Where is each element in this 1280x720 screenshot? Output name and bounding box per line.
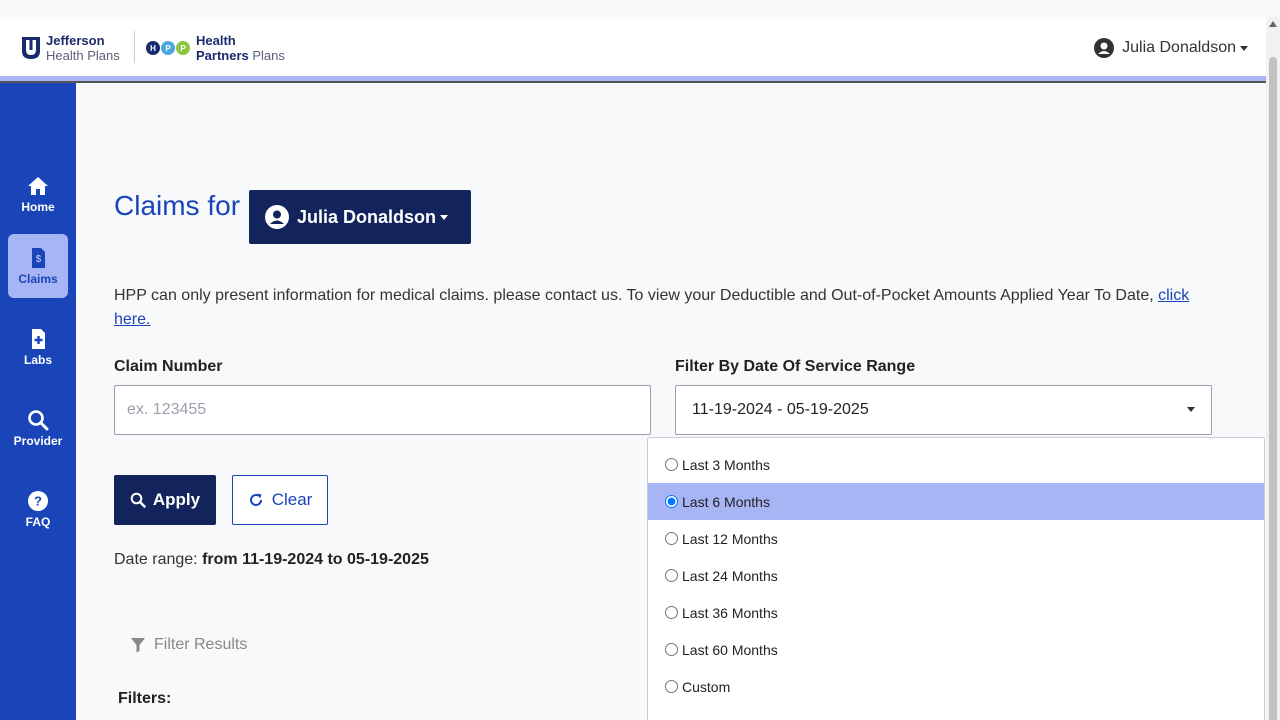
filters-label: Filters:: [118, 690, 172, 707]
filter-results-label: Filter Results: [154, 636, 248, 653]
option-label: Last 6 Months: [682, 493, 770, 510]
sidebar-label-home: Home: [21, 199, 55, 214]
hpp-p2-icon: P: [176, 41, 190, 55]
hpp-logo[interactable]: H P P Health Partners Plans: [146, 33, 285, 63]
sidebar-item-faq[interactable]: ? FAQ: [8, 477, 68, 541]
top-strip: [0, 0, 1280, 17]
option-label: Last 24 Months: [682, 567, 778, 584]
radio-button[interactable]: [665, 680, 678, 693]
header-divider: [0, 81, 1266, 83]
filter-results-button[interactable]: Filter Results: [130, 636, 247, 654]
sidebar-item-home[interactable]: Home: [8, 162, 68, 226]
info-text: HPP can only present information for med…: [114, 284, 1214, 332]
clear-button[interactable]: Clear: [232, 475, 328, 525]
member-name: Julia Donaldson: [297, 206, 437, 227]
option-last-60-months[interactable]: Last 60 Months: [648, 631, 1264, 668]
sidebar-label-claims: Claims: [18, 271, 58, 286]
scrollbar-thumb[interactable]: [1269, 57, 1277, 720]
sidebar-label-faq: FAQ: [25, 514, 51, 529]
user-avatar-icon: [1094, 38, 1115, 58]
search-icon: [28, 409, 49, 430]
sidebar-item-labs[interactable]: Labs: [8, 315, 68, 379]
clear-label: Clear: [271, 490, 313, 509]
claim-number-label: Claim Number: [114, 358, 223, 375]
chevron-down-icon: [1240, 45, 1248, 51]
logo-jefferson-text: Jefferson: [46, 33, 105, 48]
radio-button[interactable]: [665, 458, 678, 471]
date-range-text: from 11-19-2024 to 05-19-2025: [202, 551, 429, 568]
option-last-6-months[interactable]: Last 6 Months: [648, 483, 1264, 520]
user-menu[interactable]: Julia Donaldson: [1094, 38, 1248, 58]
date-range-summary: Date range: from 11-19-2024 to 05-19-202…: [114, 551, 429, 569]
info-message: HPP can only present information for med…: [114, 287, 1159, 304]
search-icon: [130, 492, 146, 508]
logo-plans-text: Plans: [252, 48, 285, 63]
sidebar: Home $ Claims Labs Provider ? FAQ: [0, 83, 76, 720]
radio-button[interactable]: [665, 643, 678, 656]
user-avatar-icon: [265, 205, 289, 229]
option-label: Custom: [682, 678, 731, 695]
date-range-select[interactable]: 11-19-2024 - 05-19-2025: [675, 385, 1212, 435]
option-last-24-months[interactable]: Last 24 Months: [648, 557, 1264, 594]
refresh-icon: [249, 493, 262, 506]
scrollbar[interactable]: [1266, 17, 1280, 720]
date-range-label: Filter By Date Of Service Range: [675, 358, 916, 375]
option-label: Last 60 Months: [682, 641, 778, 658]
option-last-3-months[interactable]: Last 3 Months: [648, 446, 1264, 483]
date-range-value: 11-19-2024 - 05-19-2025: [692, 401, 869, 418]
jefferson-logo[interactable]: Jefferson Health Plans: [22, 33, 120, 63]
help-icon: ?: [28, 490, 48, 511]
chevron-down-icon: [440, 214, 449, 220]
hpp-h-icon: H: [146, 41, 160, 55]
logo-health-text: Health: [196, 33, 236, 48]
option-custom[interactable]: Custom: [648, 668, 1264, 705]
option-last-36-months[interactable]: Last 36 Months: [648, 594, 1264, 631]
logo-divider: [134, 31, 135, 63]
filter-icon: [131, 638, 145, 653]
radio-button[interactable]: [665, 495, 678, 508]
logo-partners-text: Partners: [196, 48, 249, 63]
apply-label: Apply: [152, 490, 201, 509]
svg-text:?: ?: [34, 493, 42, 508]
hpp-p-icon: P: [161, 41, 175, 55]
option-label: Last 36 Months: [682, 604, 778, 621]
user-menu-name: Julia Donaldson: [1122, 39, 1236, 56]
page-title: Claims for: [114, 190, 241, 221]
claims-icon: $: [32, 247, 45, 268]
svg-text:$: $: [36, 254, 42, 265]
jefferson-shield-icon: [22, 37, 40, 59]
date-range-dropdown: Last 3 Months Last 6 Months Last 12 Mont…: [647, 437, 1265, 720]
home-icon: [28, 176, 48, 195]
labs-icon: [32, 328, 45, 349]
chevron-down-icon: [1187, 407, 1195, 412]
date-range-prefix: Date range:: [114, 551, 198, 568]
scroll-up-arrow-icon[interactable]: [1269, 21, 1277, 27]
member-select-button[interactable]: Julia Donaldson: [249, 190, 471, 244]
apply-button[interactable]: Apply: [114, 475, 216, 525]
option-label: Last 12 Months: [682, 530, 778, 547]
sidebar-label-provider: Provider: [13, 433, 63, 448]
radio-button[interactable]: [665, 606, 678, 619]
radio-button[interactable]: [665, 532, 678, 545]
radio-button[interactable]: [665, 569, 678, 582]
option-last-12-months[interactable]: Last 12 Months: [648, 520, 1264, 557]
sidebar-item-provider[interactable]: Provider: [8, 396, 68, 460]
option-label: Last 3 Months: [682, 456, 770, 473]
sidebar-item-claims[interactable]: $ Claims: [8, 234, 68, 298]
claim-number-input[interactable]: [114, 385, 651, 435]
sidebar-label-labs: Labs: [23, 352, 52, 367]
logo-health-plans-text: Health Plans: [46, 48, 120, 63]
